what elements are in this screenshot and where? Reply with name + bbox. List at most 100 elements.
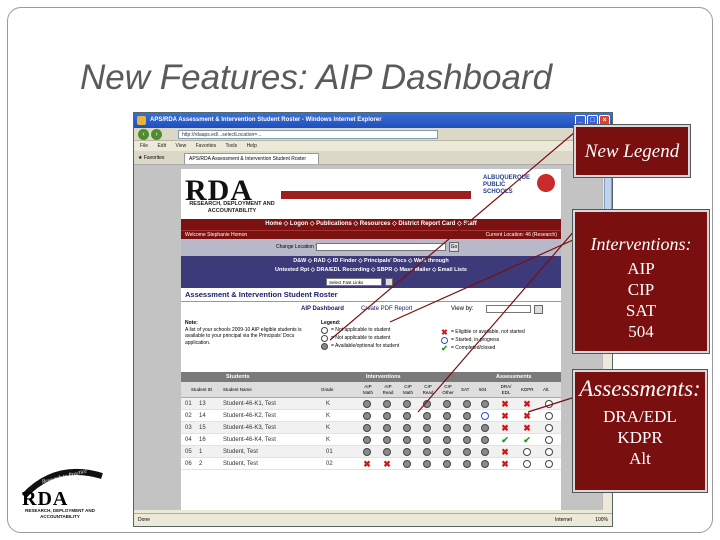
gray-circle-icon[interactable] bbox=[443, 460, 451, 468]
status-text: Done bbox=[138, 517, 150, 523]
empty-circle-icon[interactable] bbox=[545, 448, 553, 456]
gray-circle-icon[interactable] bbox=[423, 400, 431, 408]
empty-circle-icon[interactable] bbox=[523, 460, 531, 468]
fast-links-go-button[interactable] bbox=[385, 278, 393, 286]
back-icon[interactable]: ‹ bbox=[138, 129, 149, 140]
gray-circle-icon[interactable] bbox=[481, 400, 489, 408]
gray-circle-icon[interactable] bbox=[363, 436, 371, 444]
forward-icon[interactable]: › bbox=[151, 129, 162, 140]
x-icon[interactable]: ✖ bbox=[363, 460, 371, 469]
gray-circle-icon[interactable] bbox=[443, 400, 451, 408]
x-icon[interactable]: ✖ bbox=[501, 424, 509, 433]
x-icon[interactable]: ✖ bbox=[523, 424, 531, 433]
gray-circle-icon[interactable] bbox=[443, 424, 451, 432]
gray-circle-icon[interactable] bbox=[403, 448, 411, 456]
main-nav[interactable]: Home ◇ Logon ◇ Publications ◇ Resources … bbox=[181, 219, 561, 230]
gray-circle-icon[interactable] bbox=[423, 448, 431, 456]
gray-circle-icon[interactable] bbox=[383, 448, 391, 456]
gray-circle-icon[interactable] bbox=[423, 424, 431, 432]
create-pdf-link[interactable]: Create PDF Report bbox=[361, 306, 412, 312]
gray-circle-icon[interactable] bbox=[403, 460, 411, 468]
gray-circle-icon[interactable] bbox=[443, 412, 451, 420]
gray-circle-icon[interactable] bbox=[463, 424, 471, 432]
student-name-cell[interactable]: Student-46-K2, Test bbox=[223, 410, 276, 422]
gray-circle-icon[interactable] bbox=[463, 400, 471, 408]
location-go-button[interactable]: Go bbox=[449, 242, 459, 252]
student-name-cell[interactable]: Student-46-K4, Test bbox=[223, 434, 276, 446]
col-student-id[interactable]: Student ID bbox=[191, 387, 212, 393]
gray-circle-icon[interactable] bbox=[363, 424, 371, 432]
x-icon[interactable]: ✖ bbox=[501, 448, 509, 457]
legend-title: Legend: bbox=[321, 320, 341, 326]
gray-circle-icon[interactable] bbox=[463, 448, 471, 456]
empty-circle-icon[interactable] bbox=[545, 400, 553, 408]
student-name-cell[interactable]: Student-46-K3, Test bbox=[223, 422, 276, 434]
gray-circle-icon[interactable] bbox=[463, 460, 471, 468]
student-name-cell[interactable]: Student-46-K1, Test bbox=[223, 398, 276, 410]
favorites-button[interactable]: ★ Favorites bbox=[138, 154, 164, 163]
table-row[interactable]: 06 2 Student, Test 02 ✖ ✖ ✖ bbox=[181, 458, 561, 470]
table-row[interactable]: 04 16 Student-46-K4, Test K ✔ ✔ bbox=[181, 434, 561, 446]
empty-circle-icon[interactable] bbox=[545, 424, 553, 432]
gray-circle-icon[interactable] bbox=[363, 448, 371, 456]
table-row[interactable]: 02 14 Student-46-K2, Test K ✖ ✖ bbox=[181, 410, 561, 422]
menu-tools[interactable]: Tools bbox=[225, 143, 237, 149]
menu-help[interactable]: Help bbox=[247, 143, 257, 149]
x-icon[interactable]: ✖ bbox=[501, 412, 509, 421]
gray-circle-icon[interactable] bbox=[423, 412, 431, 420]
location-select[interactable] bbox=[316, 243, 446, 251]
x-icon[interactable]: ✖ bbox=[501, 400, 509, 409]
empty-circle-icon[interactable] bbox=[545, 460, 553, 468]
gray-circle-icon[interactable] bbox=[383, 424, 391, 432]
checkmark-icon[interactable]: ✔ bbox=[523, 436, 531, 445]
menu-favorites[interactable]: Favorites bbox=[196, 143, 217, 149]
tools-nav-line2[interactable]: Untested Rpt ◇ DRA/EDL Recording ◇ SBPR … bbox=[181, 266, 561, 275]
table-row[interactable]: 01 13 Student-46-K1, Test K ✖ ✖ bbox=[181, 398, 561, 410]
gray-circle-icon[interactable] bbox=[403, 424, 411, 432]
x-icon[interactable]: ✖ bbox=[523, 400, 531, 409]
gray-circle-icon[interactable] bbox=[443, 448, 451, 456]
gray-circle-icon[interactable] bbox=[481, 460, 489, 468]
fast-links-select[interactable]: Select Fast Links bbox=[326, 278, 382, 286]
x-icon[interactable]: ✖ bbox=[523, 412, 531, 421]
empty-circle-icon[interactable] bbox=[545, 436, 553, 444]
gray-circle-icon[interactable] bbox=[383, 400, 391, 408]
x-icon[interactable]: ✖ bbox=[383, 460, 391, 469]
gray-circle-icon[interactable] bbox=[383, 436, 391, 444]
col-student-name[interactable]: Student Name bbox=[223, 387, 252, 393]
zoom-level[interactable]: 100% bbox=[595, 514, 608, 526]
gray-circle-icon[interactable] bbox=[363, 412, 371, 420]
gray-circle-icon[interactable] bbox=[383, 412, 391, 420]
student-name-cell[interactable]: Student, Test bbox=[223, 458, 258, 470]
gray-circle-icon[interactable] bbox=[403, 400, 411, 408]
view-by-go-button[interactable] bbox=[534, 305, 543, 314]
menu-edit[interactable]: Edit bbox=[157, 143, 166, 149]
gray-circle-icon[interactable] bbox=[363, 400, 371, 408]
gray-circle-icon[interactable] bbox=[463, 436, 471, 444]
blue-ring-icon[interactable] bbox=[481, 412, 489, 420]
gray-circle-icon[interactable] bbox=[481, 436, 489, 444]
view-by-select[interactable] bbox=[486, 305, 531, 313]
aip-dashboard-link[interactable]: AIP Dashboard bbox=[301, 306, 344, 312]
col-grade[interactable]: Grade bbox=[321, 387, 334, 393]
tools-nav-line1[interactable]: D&W ◇ RAD ◇ ID Finder ◇ Principals' Docs… bbox=[181, 257, 561, 266]
gray-circle-icon[interactable] bbox=[423, 436, 431, 444]
table-row[interactable]: 05 1 Student, Test 01 ✖ bbox=[181, 446, 561, 458]
menu-file[interactable]: File bbox=[140, 143, 148, 149]
gray-circle-icon[interactable] bbox=[423, 460, 431, 468]
gray-circle-icon[interactable] bbox=[403, 412, 411, 420]
gray-circle-icon[interactable] bbox=[463, 412, 471, 420]
gray-circle-icon[interactable] bbox=[481, 448, 489, 456]
checkmark-icon[interactable]: ✔ bbox=[501, 436, 509, 445]
gray-circle-icon[interactable] bbox=[403, 436, 411, 444]
empty-circle-icon[interactable] bbox=[523, 448, 531, 456]
student-name-cell[interactable]: Student, Test bbox=[223, 446, 258, 458]
x-icon[interactable]: ✖ bbox=[501, 460, 509, 469]
address-input[interactable]: http://rdaaps.ed/...selectLocation=... bbox=[178, 130, 438, 139]
table-row[interactable]: 03 15 Student-46-K3, Test K ✖ ✖ bbox=[181, 422, 561, 434]
gray-circle-icon[interactable] bbox=[443, 436, 451, 444]
gray-circle-icon[interactable] bbox=[481, 424, 489, 432]
browser-tab[interactable]: APS/RDA Assessment & Intervention Studen… bbox=[184, 153, 319, 164]
menu-view[interactable]: View bbox=[175, 143, 186, 149]
empty-circle-icon[interactable] bbox=[545, 412, 553, 420]
